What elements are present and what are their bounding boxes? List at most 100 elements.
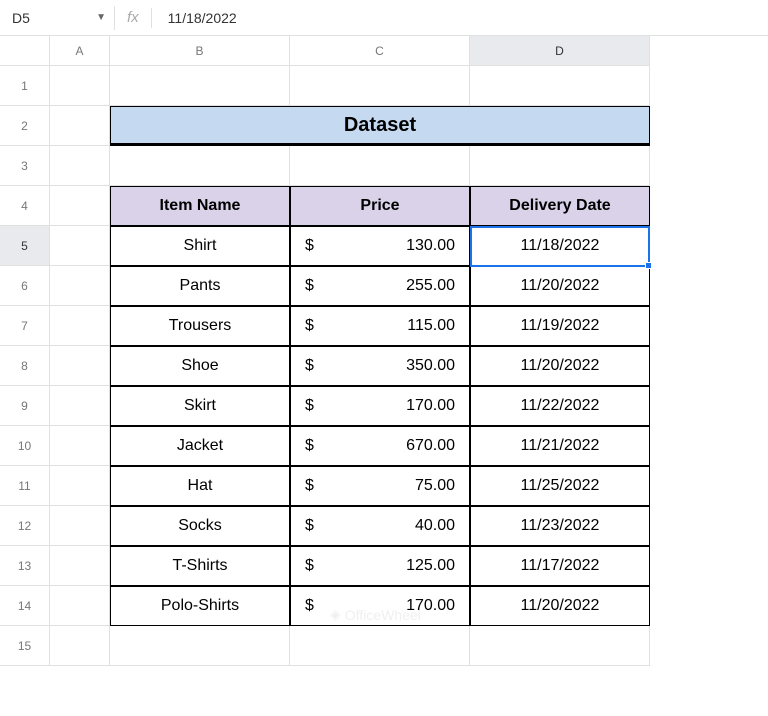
cell-a10[interactable] [50, 426, 110, 466]
data-price-8[interactable]: $125.00 [290, 546, 470, 586]
cell-a2[interactable] [50, 106, 110, 146]
row-header-9[interactable]: 9 [0, 386, 50, 426]
cell-a5[interactable] [50, 226, 110, 266]
data-item-1[interactable]: Pants [110, 266, 290, 306]
cell-a6[interactable] [50, 266, 110, 306]
data-delivery-8[interactable]: 11/17/2022 [470, 546, 650, 586]
data-item-6[interactable]: Hat [110, 466, 290, 506]
name-box[interactable]: D5 ▼ [4, 6, 114, 30]
cell-d3[interactable] [470, 146, 650, 186]
data-item-4[interactable]: Skirt [110, 386, 290, 426]
data-delivery-3[interactable]: 11/20/2022 [470, 346, 650, 386]
amount: 40.00 [415, 517, 455, 535]
header-price[interactable]: Price [290, 186, 470, 226]
cell-a7[interactable] [50, 306, 110, 346]
data-delivery-5[interactable]: 11/21/2022 [470, 426, 650, 466]
row-header-1[interactable]: 1 [0, 66, 50, 106]
data-price-5[interactable]: $670.00 [290, 426, 470, 466]
data-delivery-9[interactable]: 11/20/2022 [470, 586, 650, 626]
data-price-7[interactable]: $40.00 [290, 506, 470, 546]
cell-a9[interactable] [50, 386, 110, 426]
header-delivery[interactable]: Delivery Date [470, 186, 650, 226]
cell-c1[interactable] [290, 66, 470, 106]
cell-d15[interactable] [470, 626, 650, 666]
cell-b1[interactable] [110, 66, 290, 106]
currency: $ [305, 517, 314, 535]
col-header-b[interactable]: B [110, 36, 290, 66]
data-delivery-2[interactable]: 11/19/2022 [470, 306, 650, 346]
data-price-3[interactable]: $350.00 [290, 346, 470, 386]
data-price-4[interactable]: $170.00 [290, 386, 470, 426]
currency: $ [305, 357, 314, 375]
cell-title-end[interactable] [470, 106, 650, 146]
formula-input[interactable] [152, 6, 764, 30]
currency: $ [305, 437, 314, 455]
data-price-2[interactable]: $115.00 [290, 306, 470, 346]
row-header-7[interactable]: 7 [0, 306, 50, 346]
data-price-1[interactable]: $255.00 [290, 266, 470, 306]
col-header-a[interactable]: A [50, 36, 110, 66]
cell-a1[interactable] [50, 66, 110, 106]
cell-c3[interactable] [290, 146, 470, 186]
row-header-11[interactable]: 11 [0, 466, 50, 506]
data-price-6[interactable]: $75.00 [290, 466, 470, 506]
data-item-7[interactable]: Socks [110, 506, 290, 546]
dropdown-icon[interactable]: ▼ [96, 12, 106, 23]
spreadsheet: 1 2 3 4 5 6 7 8 9 10 11 12 13 14 15 A B … [0, 36, 768, 666]
cell-a8[interactable] [50, 346, 110, 386]
amount: 255.00 [406, 277, 455, 295]
amount: 670.00 [406, 437, 455, 455]
data-price-0[interactable]: $130.00 [290, 226, 470, 266]
data-item-0[interactable]: Shirt [110, 226, 290, 266]
data-delivery-7[interactable]: 11/23/2022 [470, 506, 650, 546]
data-item-9[interactable]: Polo-Shirts [110, 586, 290, 626]
cell-a12[interactable] [50, 506, 110, 546]
row-header-4[interactable]: 4 [0, 186, 50, 226]
cell-b3[interactable] [110, 146, 290, 186]
data-item-5[interactable]: Jacket [110, 426, 290, 466]
row-header-6[interactable]: 6 [0, 266, 50, 306]
data-delivery-0[interactable]: 11/18/2022 [470, 226, 650, 266]
col-header-d[interactable]: D [470, 36, 650, 66]
currency: $ [305, 397, 314, 415]
select-all-corner[interactable] [0, 36, 50, 66]
col-header-c[interactable]: C [290, 36, 470, 66]
row-header-15[interactable]: 15 [0, 626, 50, 666]
cell-a11[interactable] [50, 466, 110, 506]
row-header-14[interactable]: 14 [0, 586, 50, 626]
data-delivery-1[interactable]: 11/20/2022 [470, 266, 650, 306]
amount: 130.00 [406, 237, 455, 255]
currency: $ [305, 557, 314, 575]
data-delivery-4[interactable]: 11/22/2022 [470, 386, 650, 426]
cell-a14[interactable] [50, 586, 110, 626]
amount: 170.00 [406, 597, 455, 615]
data-item-3[interactable]: Shoe [110, 346, 290, 386]
currency: $ [305, 597, 314, 615]
cell-d1[interactable] [470, 66, 650, 106]
row-header-5[interactable]: 5 [0, 226, 50, 266]
data-price-9[interactable]: $170.00 [290, 586, 470, 626]
cell-reference: D5 [12, 10, 30, 26]
cell-title-mid[interactable]: Dataset [290, 106, 470, 146]
currency: $ [305, 317, 314, 335]
header-item[interactable]: Item Name [110, 186, 290, 226]
cell-a3[interactable] [50, 146, 110, 186]
row-header-8[interactable]: 8 [0, 346, 50, 386]
cell-a15[interactable] [50, 626, 110, 666]
data-item-2[interactable]: Trousers [110, 306, 290, 346]
cell-a13[interactable] [50, 546, 110, 586]
row-header-10[interactable]: 10 [0, 426, 50, 466]
data-delivery-6[interactable]: 11/25/2022 [470, 466, 650, 506]
row-header-13[interactable]: 13 [0, 546, 50, 586]
amount: 170.00 [406, 397, 455, 415]
cell-a4[interactable] [50, 186, 110, 226]
fx-label: fx [114, 6, 151, 30]
data-item-8[interactable]: T-Shirts [110, 546, 290, 586]
cell-c15[interactable] [290, 626, 470, 666]
row-header-3[interactable]: 3 [0, 146, 50, 186]
cell-title[interactable] [110, 106, 290, 146]
row-header-2[interactable]: 2 [0, 106, 50, 146]
cell-b15[interactable] [110, 626, 290, 666]
formula-bar: D5 ▼ fx [0, 0, 768, 36]
row-header-12[interactable]: 12 [0, 506, 50, 546]
